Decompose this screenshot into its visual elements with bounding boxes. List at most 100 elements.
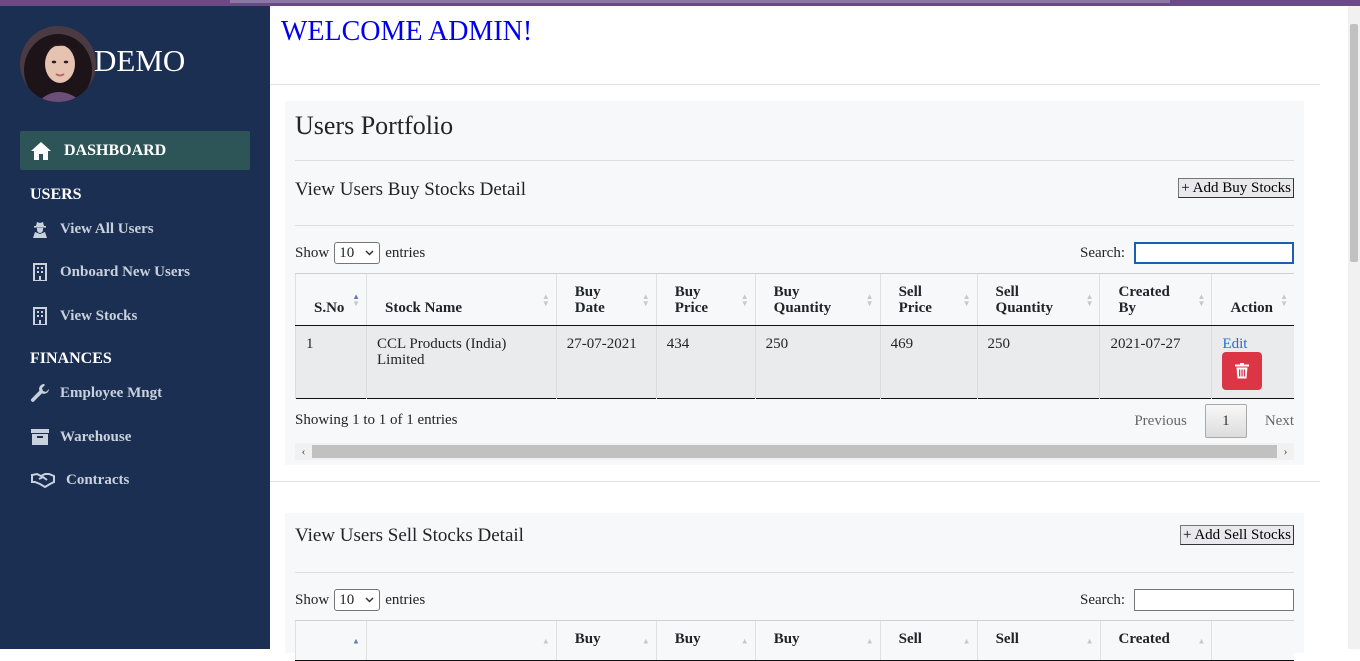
sell-stocks-card: View Users Sell Stocks Detail + Add Sell…	[285, 513, 1304, 661]
sidebar-item-view-all-users[interactable]: View All Users	[30, 219, 154, 239]
sort-icon: ▲	[1197, 636, 1206, 645]
page-length-select[interactable]: 10	[334, 242, 381, 264]
column-header-buy-date[interactable]: Buy Date ▲ ▼	[555, 273, 657, 326]
delete-button[interactable]	[1222, 352, 1263, 390]
entries-label: entries	[385, 244, 426, 261]
sort-icon: ▲	[740, 636, 749, 645]
search-label: Search:	[1080, 591, 1125, 608]
column-header-sell-price[interactable]: Sell ▲	[879, 620, 978, 661]
divider	[270, 84, 1320, 85]
column-header-created-by[interactable]: Created ▲	[1099, 620, 1212, 661]
sort-icon: ▲	[1085, 636, 1094, 645]
main-content: WELCOME ADMIN! Users Portfolio View User…	[270, 6, 1348, 661]
sidebar-item-contracts[interactable]: Contracts	[30, 470, 129, 490]
sell-section-title: View Users Sell Stocks Detail	[295, 525, 524, 546]
sort-icon: ▲ ▼	[740, 291, 749, 308]
scrollbar-thumb[interactable]	[1350, 24, 1358, 262]
sort-icon: ▲	[865, 636, 874, 645]
sort-icon: ▲ ▼	[865, 291, 874, 308]
sort-icon: ▲	[352, 636, 360, 645]
sort-icon: ▲ ▼	[641, 291, 650, 308]
sidebar-item-label: View All Users	[60, 220, 154, 237]
column-header[interactable]: ▲	[295, 620, 367, 661]
sidebar-item-label: Employee Mngt	[60, 384, 163, 401]
sidebar-item-label: Onboard New Users	[60, 263, 190, 280]
previous-button[interactable]: Previous	[1134, 413, 1187, 430]
sort-icon: ▲ ▼	[1280, 291, 1288, 308]
section-finances: FINANCES	[30, 350, 112, 367]
column-header-buy-quantity[interactable]: Buy Quantity ▲ ▼	[754, 273, 881, 326]
column-header-sell-quantity[interactable]: Sell ▲	[976, 620, 1100, 661]
home-icon	[30, 141, 52, 161]
cell-sno: 1	[295, 325, 367, 399]
scrollbar-thumb[interactable]	[312, 445, 1277, 458]
section-users: USERS	[30, 186, 82, 203]
sidebar-item-label: Contracts	[66, 471, 130, 488]
column-header-action[interactable]: Action ▲ ▼	[1211, 273, 1294, 326]
page-length-select[interactable]: 10	[334, 589, 381, 611]
table-info: Showing 1 to 1 of 1 entries	[295, 412, 458, 428]
divider	[295, 572, 1294, 573]
handshake-icon	[30, 470, 56, 490]
sidebar-item-warehouse[interactable]: Warehouse	[30, 427, 131, 447]
column-header[interactable]: ▲	[365, 620, 557, 661]
cell-created-by: 2021-07-27	[1099, 325, 1212, 399]
cell-sell-quantity: 250	[976, 325, 1100, 399]
sidebar-item-dashboard[interactable]: DASHBOARD	[20, 131, 250, 170]
sort-icon: ▲ ▼	[962, 291, 971, 308]
sidebar-item-onboard-new-users[interactable]: Onboard New Users	[30, 262, 190, 282]
search-label: Search:	[1080, 244, 1125, 261]
add-buy-stocks-button[interactable]: + Add Buy Stocks	[1178, 178, 1294, 198]
sidebar-item-view-stocks[interactable]: View Stocks	[30, 306, 137, 326]
column-header-buy-price[interactable]: Buy ▲	[655, 620, 756, 661]
cell-buy-date: 27-07-2021	[555, 325, 657, 399]
table-header-row: ▲ ▲ Buy ▲ Buy ▲ Buy ▲ Sell ▲ Sell ▲ Created ▲	[295, 620, 1294, 661]
page-length-control: Show 10 entries	[295, 242, 425, 264]
column-header-stock-name[interactable]: Stock Name ▲ ▼	[365, 273, 557, 326]
column-header-sell-price[interactable]: Sell Price ▲ ▼	[879, 273, 978, 326]
column-header-buy-quantity[interactable]: Buy ▲	[754, 620, 881, 661]
sidebar-item-employee-mngt[interactable]: Employee Mngt	[30, 383, 162, 403]
sidebar: DEMO DASHBOARD USERS View All Users Onbo…	[0, 6, 270, 649]
sell-stocks-table: ▲ ▲ Buy ▲ Buy ▲ Buy ▲ Sell ▲ Sell ▲ Created ▲	[295, 620, 1294, 661]
entries-label: entries	[385, 591, 426, 608]
column-header-buy-date[interactable]: Buy ▲	[555, 620, 657, 661]
cell-buy-quantity: 250	[754, 325, 881, 399]
chevron-down-icon	[365, 250, 374, 256]
brand[interactable]: DEMO	[20, 26, 260, 102]
search-control: Search:	[1080, 589, 1294, 611]
archive-icon	[30, 427, 50, 447]
page-length-control: Show 10 entries	[295, 589, 425, 611]
divider	[295, 225, 1294, 226]
cell-sell-price: 469	[879, 325, 978, 399]
column-header-sell-quantity[interactable]: Sell Quantity ▲ ▼	[976, 273, 1100, 326]
vertical-scrollbar[interactable]	[1348, 6, 1360, 649]
sort-icon: ▲ ▼	[1197, 291, 1206, 308]
scroll-right-icon[interactable]: ›	[1277, 443, 1294, 460]
building-icon	[30, 306, 50, 326]
column-header-created-by[interactable]: Created By ▲ ▼	[1099, 273, 1212, 326]
sidebar-item-label: Warehouse	[60, 428, 132, 445]
next-button[interactable]: Next	[1265, 413, 1294, 430]
scroll-left-icon[interactable]: ‹	[295, 443, 312, 460]
divider	[295, 160, 1294, 161]
search-input[interactable]	[1134, 589, 1294, 611]
sort-icon: ▲	[962, 636, 971, 645]
page-button-1[interactable]: 1	[1204, 404, 1247, 438]
user-secret-icon	[30, 219, 50, 239]
edit-link[interactable]: Edit	[1222, 336, 1247, 352]
buy-stocks-table: S.No ▲ ▼ Stock Name ▲ ▼ Buy Date ▲ ▼ Buy Price…	[295, 273, 1294, 399]
sort-icon: ▲	[641, 636, 650, 645]
horizontal-scrollbar[interactable]: ‹ ›	[295, 443, 1294, 460]
add-sell-stocks-button[interactable]: + Add Sell Stocks	[1179, 525, 1294, 545]
buy-stocks-card: Users Portfolio View Users Buy Stocks De…	[285, 101, 1304, 465]
sort-icon: ▲ ▼	[352, 291, 360, 308]
column-header-sno[interactable]: S.No ▲ ▼	[295, 273, 367, 326]
search-input[interactable]	[1134, 242, 1294, 264]
sort-icon: ▲ ▼	[541, 291, 550, 308]
column-header-buy-price[interactable]: Buy Price ▲ ▼	[655, 273, 756, 326]
buy-section-title: View Users Buy Stocks Detail	[295, 179, 527, 200]
brand-name: DEMO	[94, 43, 186, 78]
column-header-action[interactable]	[1211, 620, 1294, 661]
show-label: Show	[295, 591, 330, 608]
